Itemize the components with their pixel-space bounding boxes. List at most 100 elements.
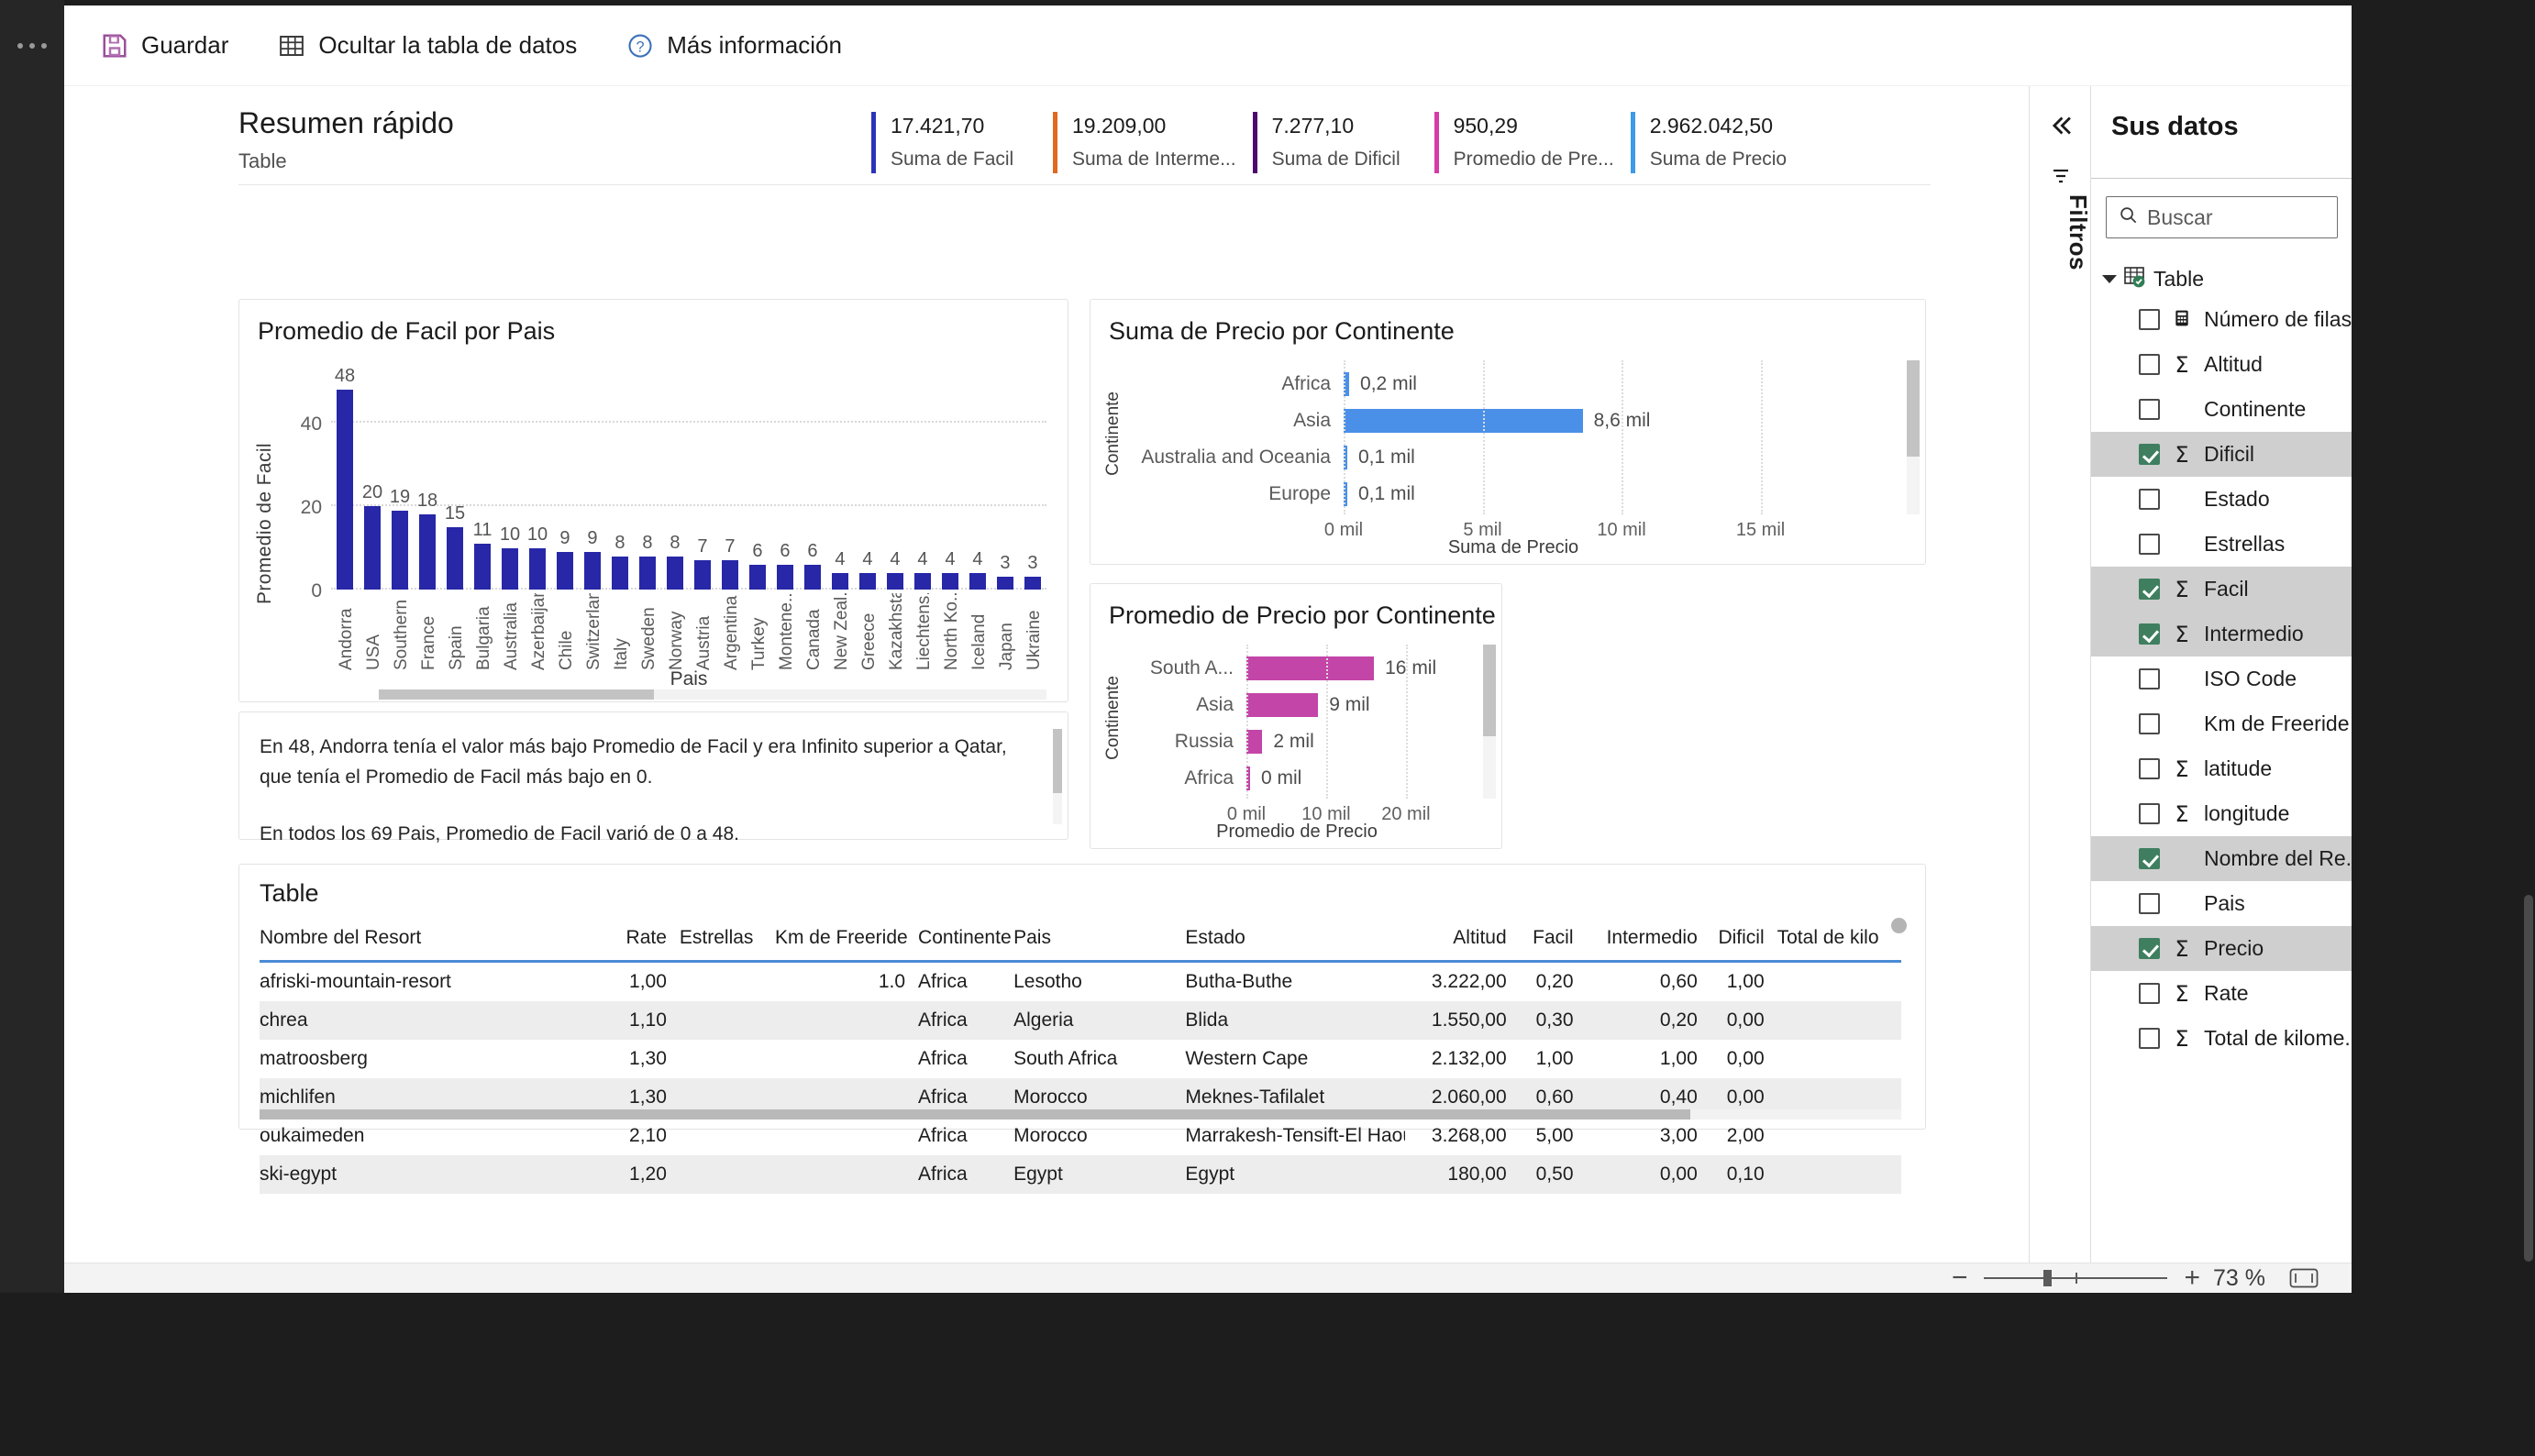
table-column-header[interactable]: Rate — [622, 920, 679, 962]
column-resize-handle[interactable] — [1891, 918, 1907, 933]
window-vertical-scrollbar[interactable] — [2522, 6, 2535, 1293]
bar[interactable]: 10 — [502, 548, 519, 590]
table-row[interactable]: ski-egypt1,20AfricaEgyptEgypt180,000,500… — [260, 1155, 1901, 1194]
bar[interactable]: 4 — [914, 573, 932, 590]
bar[interactable]: 4 — [832, 573, 849, 590]
overflow-menu-button[interactable] — [7, 28, 57, 64]
hide-data-table-button[interactable]: Ocultar la tabla de datos — [269, 24, 586, 67]
table-row[interactable]: chrea1,10AfricaAlgeriaBlida1.550,000,300… — [260, 1001, 1901, 1040]
bar[interactable]: 9 — [584, 552, 602, 590]
field-row[interactable]: ΣContinente — [2091, 387, 2352, 432]
sum-price-vertical-scrollbar[interactable] — [1907, 360, 1920, 514]
bar[interactable]: 19 — [392, 511, 409, 590]
bar-row[interactable]: Asia9 mil — [1127, 687, 1436, 723]
bar-row[interactable]: Russia2 mil — [1127, 723, 1436, 760]
bar[interactable]: 3 — [1024, 577, 1042, 590]
bar-row[interactable]: South A...16 mil — [1127, 650, 1436, 687]
scrollbar-thumb[interactable] — [1053, 729, 1062, 793]
bar[interactable] — [1344, 409, 1583, 433]
filters-rail[interactable]: Filtros — [2029, 86, 2091, 1263]
table-column-header[interactable]: Total de kilo — [1777, 920, 1901, 962]
bar[interactable]: 8 — [667, 557, 684, 590]
field-checkbox[interactable] — [2139, 938, 2160, 959]
bar[interactable]: 10 — [529, 548, 547, 590]
slider-knob[interactable] — [2043, 1270, 2052, 1286]
bar[interactable]: 48 — [337, 390, 354, 590]
bar[interactable]: 4 — [887, 573, 904, 590]
field-row[interactable]: ΣPrecio — [2091, 926, 2352, 971]
field-row[interactable]: ΣTotal de kilome... — [2091, 1016, 2352, 1061]
field-row[interactable]: ΣFacil — [2091, 567, 2352, 612]
bar-column[interactable]: 10 — [524, 390, 551, 590]
table-column-header[interactable]: Dificil — [1710, 920, 1777, 962]
bar-column[interactable]: 4 — [854, 390, 881, 590]
field-checkbox[interactable] — [2139, 668, 2160, 689]
scrollbar-thumb[interactable] — [379, 689, 654, 700]
table-column-header[interactable]: Pais — [1013, 920, 1185, 962]
bar-column[interactable]: 9 — [551, 390, 579, 590]
field-checkbox[interactable] — [2139, 713, 2160, 734]
bar[interactable]: 15 — [447, 527, 464, 590]
table-column-header[interactable]: Estado — [1185, 920, 1404, 962]
field-row[interactable]: ΣRate — [2091, 971, 2352, 1016]
bar[interactable]: 20 — [364, 506, 382, 590]
table-node[interactable]: Table — [2091, 260, 2352, 297]
field-checkbox[interactable] — [2139, 803, 2160, 824]
scrollbar-thumb[interactable] — [260, 1109, 1690, 1120]
search-box[interactable] — [2106, 196, 2338, 238]
field-checkbox[interactable] — [2139, 1028, 2160, 1049]
field-checkbox[interactable] — [2139, 848, 2160, 869]
bar[interactable]: 18 — [419, 514, 437, 590]
zoom-out-button[interactable]: − — [1952, 1264, 1968, 1292]
field-checkbox[interactable] — [2139, 983, 2160, 1004]
scrollbar-thumb[interactable] — [2524, 895, 2533, 1262]
bar-row[interactable]: Europe0,1 mil — [1133, 476, 1650, 513]
search-input[interactable] — [2147, 205, 2321, 230]
field-row[interactable]: ΣEstrellas — [2091, 522, 2352, 567]
bar[interactable]: 6 — [804, 565, 822, 590]
bar-column[interactable]: 3 — [991, 390, 1019, 590]
bar-column[interactable]: 48 — [331, 390, 359, 590]
zoom-slider[interactable] — [1984, 1269, 2167, 1287]
scrollbar-thumb[interactable] — [1907, 360, 1920, 457]
bar-row[interactable]: Asia8,6 mil — [1133, 403, 1650, 439]
field-checkbox[interactable] — [2139, 534, 2160, 555]
bar-column[interactable]: 4 — [909, 390, 936, 590]
bar[interactable]: 8 — [639, 557, 657, 590]
bar-column[interactable]: 10 — [496, 390, 524, 590]
bar[interactable]: 9 — [557, 552, 574, 590]
avg-price-vertical-scrollbar[interactable] — [1483, 645, 1496, 799]
bar-column[interactable]: 6 — [771, 390, 799, 590]
bar-column[interactable]: 15 — [441, 390, 469, 590]
field-checkbox[interactable] — [2139, 489, 2160, 510]
bar[interactable]: 7 — [722, 560, 739, 590]
bar[interactable]: 6 — [749, 565, 767, 590]
table-column-header[interactable]: Estrellas — [680, 920, 775, 962]
field-row[interactable]: ΣKm de Freeride — [2091, 701, 2352, 746]
table-column-header[interactable]: Facil — [1520, 920, 1587, 962]
field-checkbox[interactable] — [2139, 623, 2160, 645]
field-row[interactable]: Σlatitude — [2091, 746, 2352, 791]
table-column-header[interactable]: Continente — [918, 920, 1013, 962]
column-chart-card[interactable]: Promedio de Facil por Pais Promedio de F… — [238, 299, 1068, 702]
bar-column[interactable]: 6 — [744, 390, 771, 590]
table-row[interactable]: afriski-mountain-resort1,001.0AfricaLeso… — [260, 962, 1901, 1002]
bar-column[interactable]: 7 — [689, 390, 716, 590]
bar-column[interactable]: 8 — [661, 390, 689, 590]
bar[interactable] — [1246, 730, 1262, 754]
field-checkbox[interactable] — [2139, 399, 2160, 420]
bar[interactable]: 7 — [694, 560, 712, 590]
field-checkbox[interactable] — [2139, 444, 2160, 465]
bar-column[interactable]: 6 — [799, 390, 826, 590]
save-button[interactable]: Guardar — [92, 24, 238, 67]
field-row[interactable]: ΣEstado — [2091, 477, 2352, 522]
bar-row[interactable]: Australia and Oceania0,1 mil — [1133, 439, 1650, 476]
bar[interactable]: 6 — [777, 565, 794, 590]
chevron-down-icon[interactable] — [2102, 275, 2117, 283]
avg-price-chart-card[interactable]: Promedio de Precio por Continente Contin… — [1090, 583, 1502, 849]
field-row[interactable]: Σlongitude — [2091, 791, 2352, 836]
chevron-double-left-icon[interactable] — [2045, 110, 2076, 141]
field-row[interactable]: ΣDificil — [2091, 432, 2352, 477]
zoom-in-button[interactable]: + — [2184, 1264, 2200, 1292]
field-checkbox[interactable] — [2139, 758, 2160, 779]
